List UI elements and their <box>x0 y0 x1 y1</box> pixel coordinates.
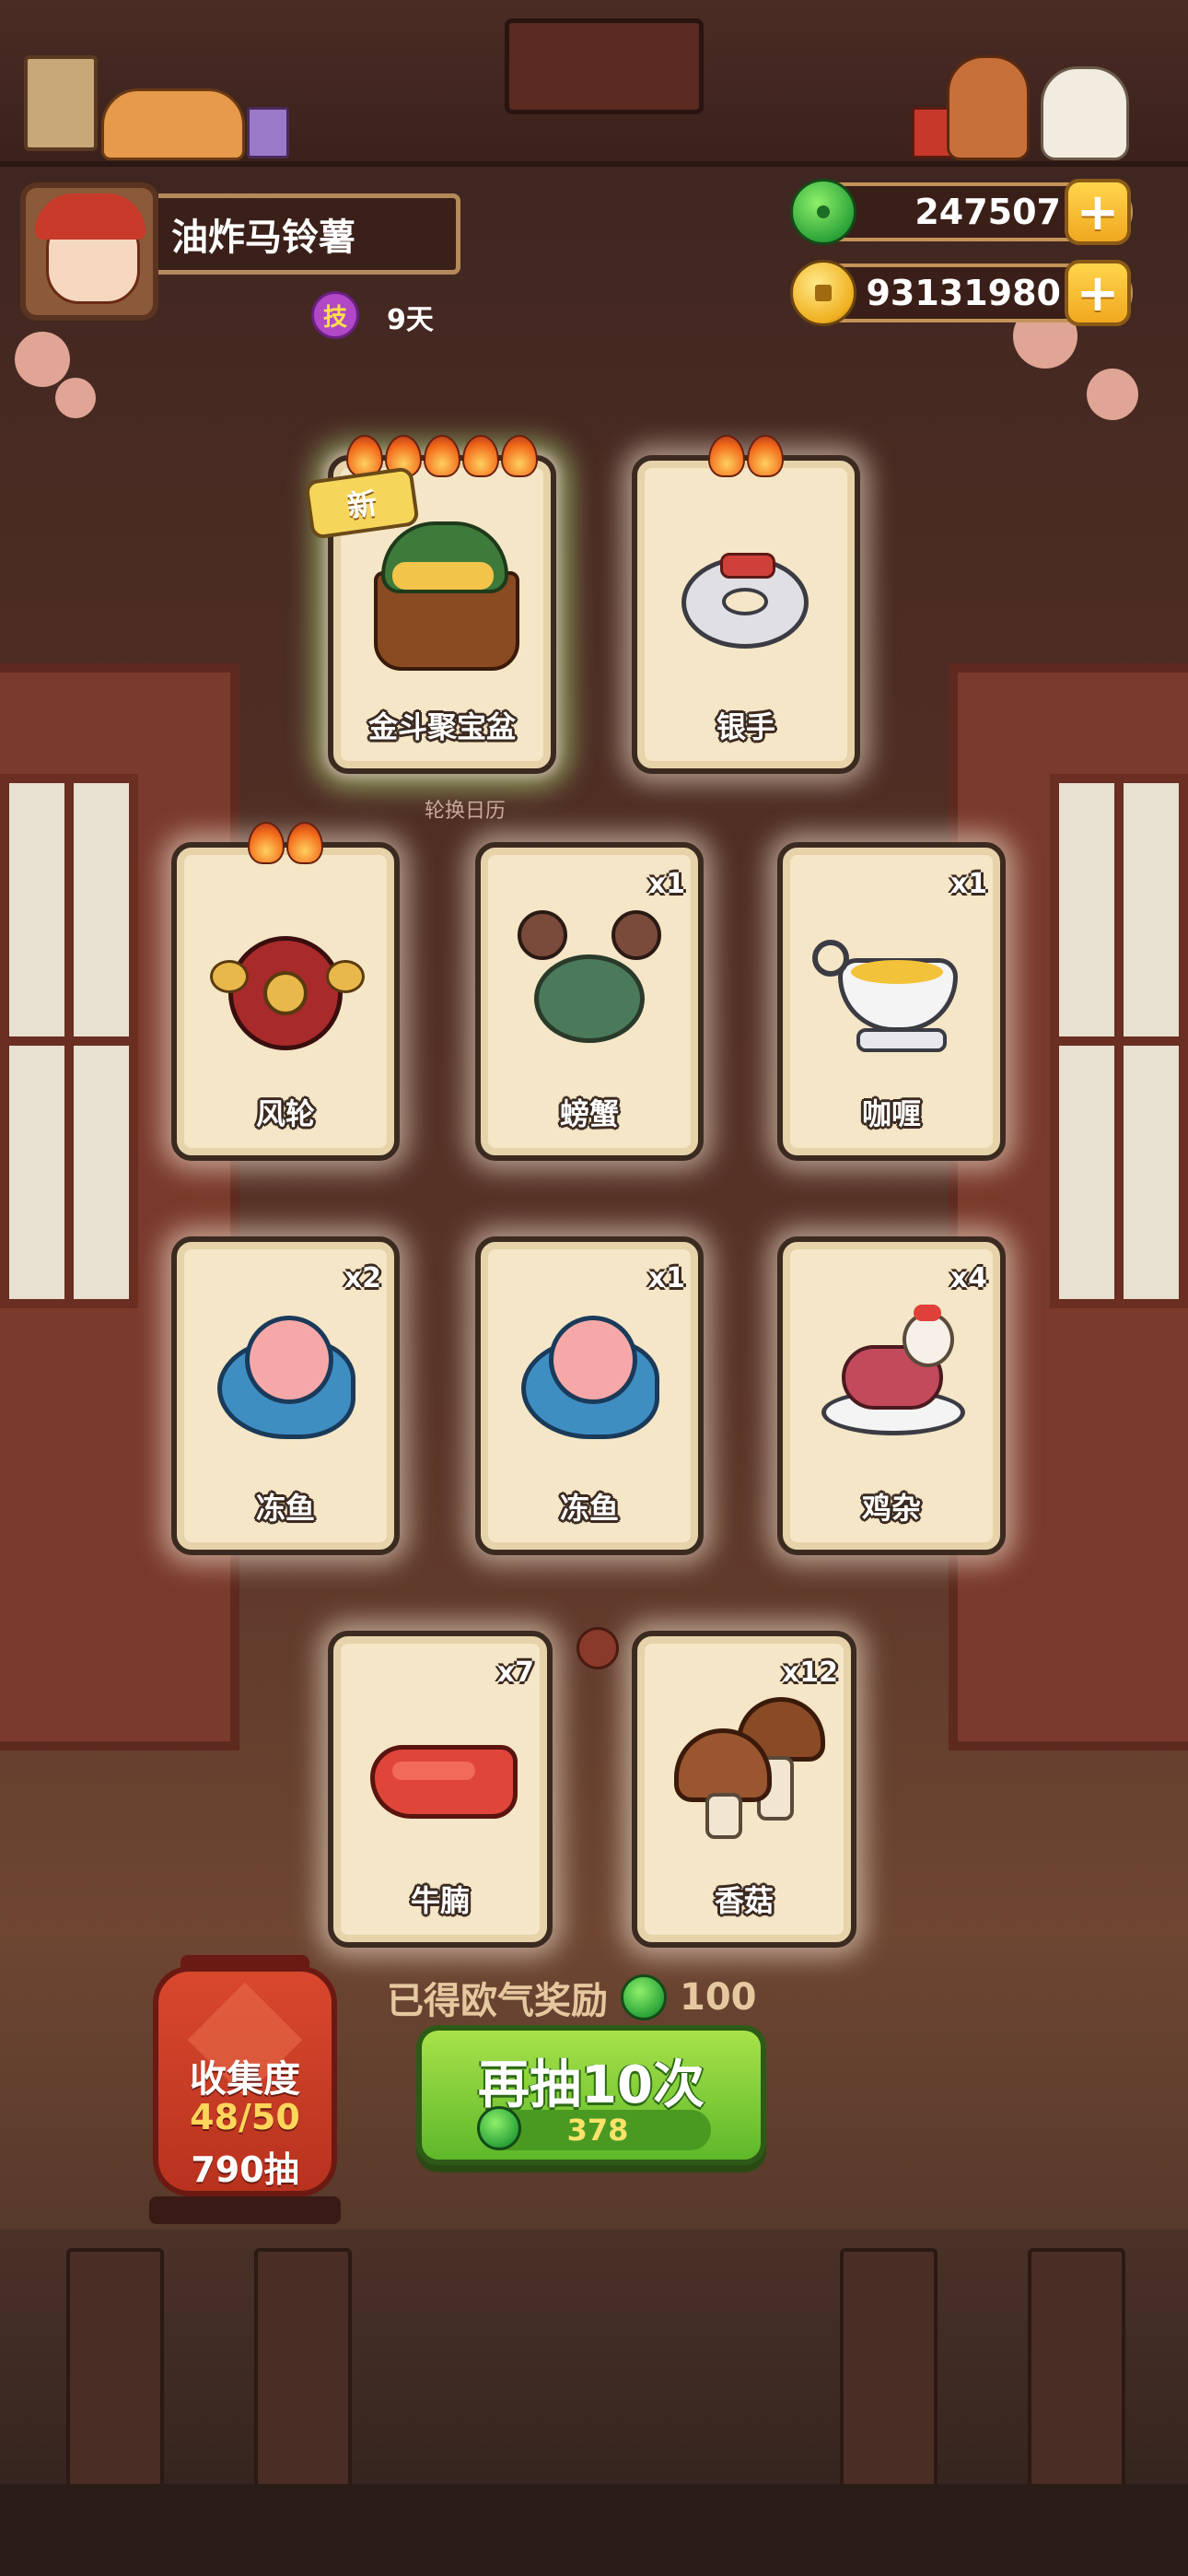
mushroom-icon <box>669 1692 825 1846</box>
railing-post <box>840 2248 938 2495</box>
flame-icon <box>708 435 745 477</box>
card-quantity: x12 <box>781 1657 838 1689</box>
railing-post <box>66 2248 164 2495</box>
reward-card[interactable]: x7 牛腩 <box>328 1631 553 1948</box>
card-quantity: x2 <box>344 1262 381 1294</box>
coin-icon <box>790 260 856 326</box>
player-avatar[interactable] <box>20 182 158 321</box>
frozen-fish-icon <box>512 1297 667 1452</box>
flame-icon <box>248 822 285 864</box>
draw-cost-value: 378 <box>566 2113 629 2148</box>
treasure-bowl-icon <box>365 516 519 671</box>
right-door-window <box>1050 774 1188 1308</box>
reward-value: 100 <box>680 1976 757 2019</box>
reward-card[interactable]: x12 香菇 <box>632 1631 856 1948</box>
jade-icon <box>621 1974 667 2020</box>
crab-icon <box>512 903 667 1058</box>
cat-decoration-icon <box>101 88 245 160</box>
cup-decoration-icon <box>247 107 289 158</box>
blossom-icon <box>55 378 96 418</box>
chef-character-icon <box>947 55 1030 160</box>
white-cat-icon <box>1041 66 1129 160</box>
card-name: 香菇 <box>714 1883 774 1918</box>
avatar-hair-icon <box>35 193 146 240</box>
reward-card[interactable]: 新 金斗聚宝盆 <box>304 435 556 774</box>
silver-ring-icon <box>669 516 823 671</box>
card-name: 金斗聚宝盆 <box>367 709 516 744</box>
reward-card[interactable]: x2 冻鱼 <box>171 1236 400 1555</box>
reward-card[interactable]: x4 鸡杂 <box>777 1236 1006 1555</box>
card-quantity: x1 <box>647 1262 685 1294</box>
railing-post <box>254 2248 352 2495</box>
reward-card[interactable]: x1 咖喱 <box>777 842 1006 1161</box>
draw-cost: 378 <box>477 2106 711 2150</box>
draw-button-label: 再抽10次 <box>478 2055 705 2115</box>
skill-badge-icon: 技 <box>311 291 359 339</box>
floor-edge <box>0 2484 1188 2576</box>
card-name: 鸡杂 <box>861 1491 921 1526</box>
reward-card[interactable]: 风轮 <box>171 822 400 1161</box>
lantern-base <box>149 2196 341 2224</box>
curry-gravy-boat-icon <box>812 903 969 1058</box>
card-name: 风轮 <box>255 1096 315 1131</box>
reward-card[interactable]: x1 螃蟹 <box>475 842 704 1161</box>
total-draws: 790抽 <box>191 2149 299 2190</box>
flame-icon <box>424 435 460 477</box>
wind-wheel-icon <box>208 903 365 1058</box>
days-count: 9天 <box>387 304 434 336</box>
jade-icon <box>790 179 856 245</box>
collection-lantern[interactable]: 收集度 48/50 790抽 <box>153 1966 337 2196</box>
card-name: 螃蟹 <box>559 1096 619 1131</box>
add-jade-button[interactable]: + <box>1065 179 1131 245</box>
jade-balance: 247507 <box>914 192 1061 232</box>
player-name: 油炸马铃薯 <box>158 193 460 275</box>
scroll-left-icon <box>24 55 98 151</box>
flame-icon <box>747 435 784 477</box>
frozen-fish-icon <box>208 1297 363 1452</box>
rarity-flames <box>637 435 855 477</box>
card-quantity: x7 <box>496 1657 534 1689</box>
card-quantity: x1 <box>949 868 987 900</box>
draw-again-button[interactable]: 再抽10次 378 <box>416 2025 766 2165</box>
flame-icon <box>462 435 499 477</box>
card-name: 牛腩 <box>410 1883 470 1918</box>
coin-balance: 93131980 <box>866 273 1061 313</box>
hanging-scroll <box>505 18 704 114</box>
add-coins-button[interactable]: + <box>1065 260 1131 326</box>
card-name: 咖喱 <box>861 1096 921 1131</box>
rotation-calendar-label[interactable]: 轮换日历 <box>396 794 534 824</box>
reward-line: 已得欧气奖励 100 <box>387 1970 757 2025</box>
rarity-flames <box>333 435 551 477</box>
card-name: 冻鱼 <box>559 1491 619 1526</box>
flame-icon <box>501 435 538 477</box>
chicken-giblets-icon <box>814 1297 969 1452</box>
jade-icon <box>477 2106 521 2150</box>
left-door-window <box>0 774 138 1308</box>
railing-post <box>1028 2248 1125 2495</box>
card-name: 银手 <box>716 709 775 744</box>
blossom-icon <box>1087 369 1138 420</box>
compass-ornament-icon <box>577 1627 619 1669</box>
reward-card[interactable]: x1 冻鱼 <box>475 1236 704 1555</box>
collection-count: 48/50 <box>190 2097 300 2137</box>
beef-brisket-icon <box>365 1692 519 1846</box>
reward-card[interactable]: 银手 <box>632 435 860 774</box>
blossom-icon <box>15 332 70 387</box>
rarity-flames <box>177 822 394 864</box>
collection-title: 收集度 <box>190 2058 300 2101</box>
flame-icon <box>286 822 323 864</box>
card-name: 冻鱼 <box>255 1491 315 1526</box>
card-quantity: x1 <box>647 868 685 900</box>
card-quantity: x4 <box>949 1262 987 1294</box>
reward-label: 已得欧气奖励 <box>387 1980 608 2022</box>
